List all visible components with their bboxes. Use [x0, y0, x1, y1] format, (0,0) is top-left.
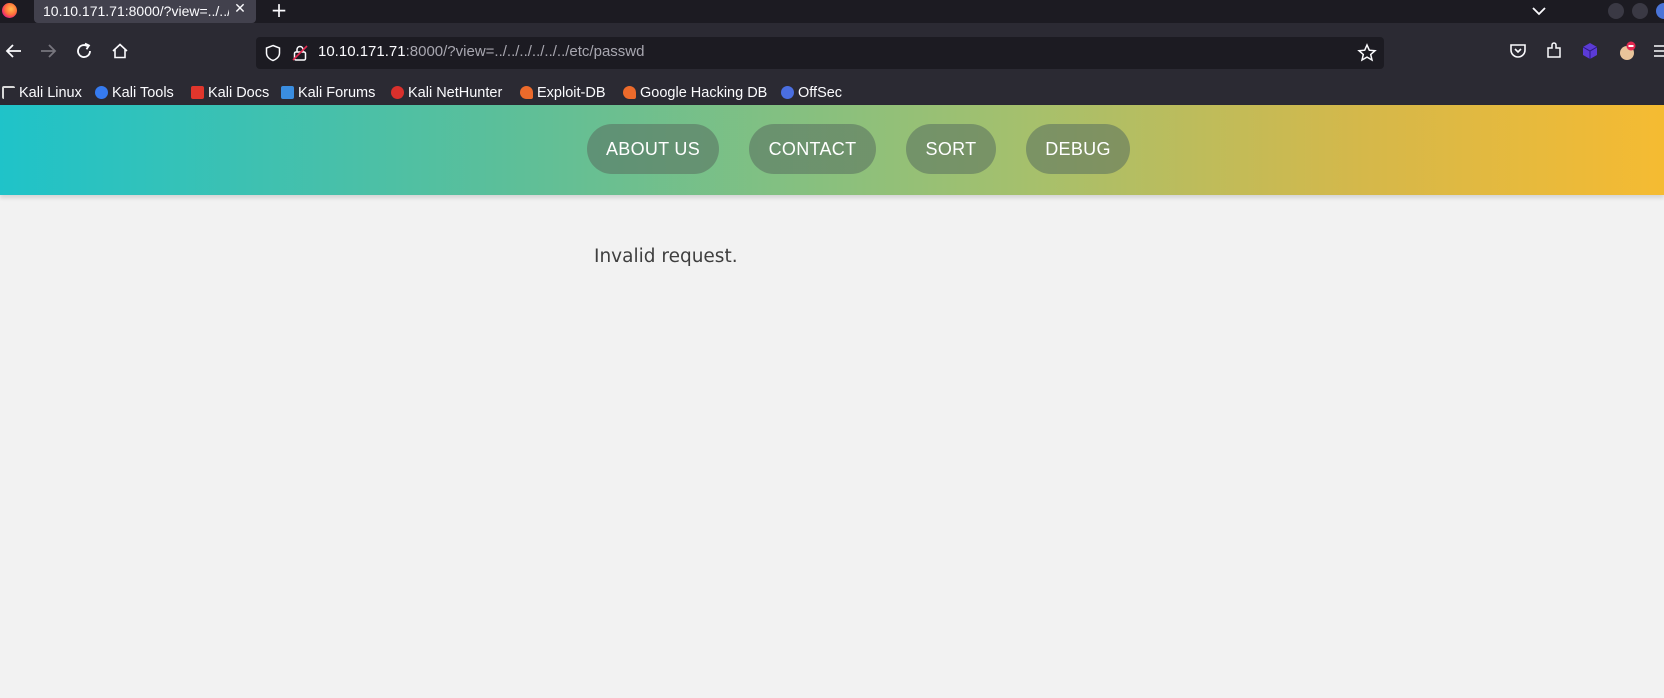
url-text[interactable]: 10.10.171.71:8000/?view=../../../../../.… — [318, 43, 644, 60]
back-arrow-icon[interactable] — [4, 41, 24, 61]
avatar-icon[interactable] — [1617, 41, 1637, 61]
url-bar[interactable]: 10.10.171.71:8000/?view=../../../../../.… — [256, 37, 1384, 69]
bookmark-label: OffSec — [798, 85, 843, 101]
bookmarks-toolbar: Kali Linux Kali Tools Kali Docs Kali For… — [0, 84, 1664, 105]
kali-forums-icon — [281, 86, 294, 99]
close-icon[interactable]: ✕ — [232, 1, 248, 21]
tab-title: 10.10.171.71:8000/?view=../../ — [43, 3, 229, 19]
bookmark-label: Exploit-DB — [537, 85, 606, 101]
minimize-button[interactable] — [1608, 3, 1624, 19]
firefox-logo-icon[interactable] — [2, 3, 17, 18]
bookmark-offsec[interactable]: OffSec — [781, 84, 842, 105]
navigation-toolbar: 10.10.171.71:8000/?view=../../../../../.… — [0, 23, 1664, 84]
close-window-button[interactable] — [1656, 3, 1664, 19]
forward-arrow-icon[interactable] — [38, 41, 58, 61]
bookmark-label: Kali Tools — [112, 85, 174, 101]
bookmark-label: Kali NetHunter — [408, 85, 503, 101]
chevron-down-icon[interactable] — [1530, 2, 1548, 20]
nethunter-icon — [391, 86, 404, 99]
nav-about-us-button[interactable]: ABOUT US — [587, 124, 719, 174]
offsec-icon — [781, 86, 794, 99]
bookmark-label: Kali Docs — [208, 85, 270, 101]
url-path: :8000/?view=../../../../../../etc/passwd — [405, 43, 645, 60]
exploit-db-icon — [520, 86, 533, 99]
star-icon[interactable] — [1357, 43, 1377, 63]
active-tab[interactable]: 10.10.171.71:8000/?view=../../ ✕ — [34, 0, 256, 23]
site-header: ABOUT US CONTACT SORT DEBUG — [0, 105, 1664, 195]
kali-dragon-icon — [2, 86, 15, 99]
cube-icon[interactable] — [1580, 41, 1600, 61]
extensions-icon[interactable] — [1544, 41, 1564, 61]
bookmark-google-hacking-db[interactable]: Google Hacking DB — [623, 84, 767, 105]
bookmark-kali-nethunter[interactable]: Kali NetHunter — [391, 84, 502, 105]
bookmark-exploit-db[interactable]: Exploit-DB — [520, 84, 606, 105]
url-host: 10.10.171.71 — [318, 43, 406, 60]
bookmark-kali-tools[interactable]: Kali Tools — [95, 84, 174, 105]
status-message: Invalid request. — [594, 246, 738, 267]
tab-strip: 10.10.171.71:8000/?view=../../ ✕ + — [0, 0, 1664, 23]
bookmark-label: Kali Linux — [19, 85, 82, 101]
bookmark-kali-forums[interactable]: Kali Forums — [281, 84, 375, 105]
nav-debug-button[interactable]: DEBUG — [1026, 124, 1130, 174]
plus-icon[interactable]: + — [270, 0, 288, 21]
kali-docs-icon — [191, 86, 204, 99]
lock-icon[interactable] — [291, 44, 309, 62]
pocket-icon[interactable] — [1508, 41, 1528, 61]
shield-icon[interactable] — [264, 44, 282, 62]
bookmark-label: Kali Forums — [298, 85, 376, 101]
nav-contact-button[interactable]: CONTACT — [749, 124, 876, 174]
maximize-button[interactable] — [1632, 3, 1648, 19]
ghdb-icon — [623, 86, 636, 99]
kali-tools-icon — [95, 86, 108, 99]
bookmark-kali-docs[interactable]: Kali Docs — [191, 84, 269, 105]
menu-icon[interactable] — [1652, 41, 1664, 61]
nav-sort-button[interactable]: SORT — [906, 124, 996, 174]
home-icon[interactable] — [110, 41, 130, 61]
bookmark-kali-linux[interactable]: Kali Linux — [2, 84, 82, 105]
bookmark-label: Google Hacking DB — [640, 85, 768, 101]
reload-icon[interactable] — [74, 41, 94, 61]
